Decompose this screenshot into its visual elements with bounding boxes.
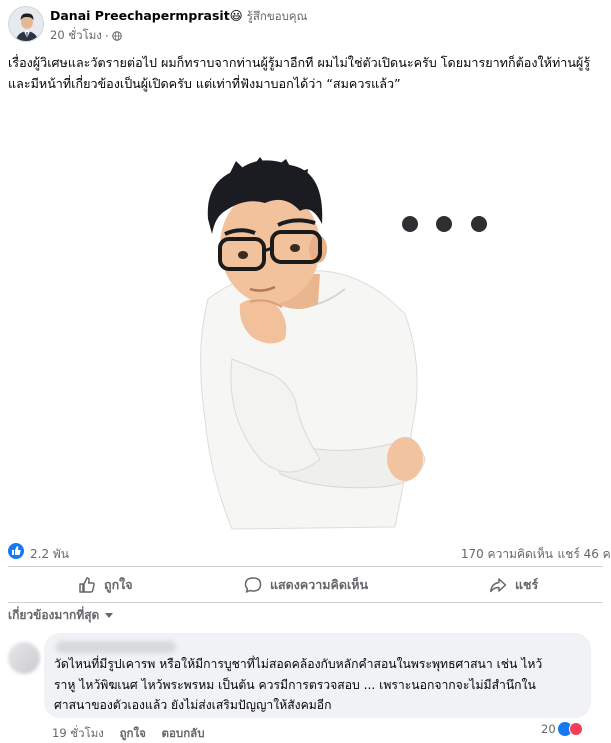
feeling-emoji: 😃 xyxy=(229,8,243,23)
post-image[interactable] xyxy=(0,99,611,537)
divider xyxy=(8,566,603,567)
globe-icon xyxy=(111,31,122,41)
comment-text-line: ศาสนาของตัวเองแล้ว ยังไม่ส่งเสริมปัญญาให… xyxy=(54,698,332,712)
share-button[interactable]: แชร์ xyxy=(489,568,538,602)
like-button-label: ถูกใจ xyxy=(104,577,133,592)
comment-button-label: แสดงความคิดเห็น xyxy=(270,577,369,592)
feeling-text: รู้สึกขอบคุณ xyxy=(246,9,308,23)
comments-count[interactable]: 170 ความคิดเห็น xyxy=(461,545,553,564)
comment-text-line: ราหู ไหว้พิฆเนศ ไหว้พระพรหม เป็นต้น ควรม… xyxy=(54,677,536,692)
reactions-count[interactable]: 2.2 พัน xyxy=(30,545,69,564)
love-reaction-icon xyxy=(568,722,583,736)
post-text-line: และมีหน้าที่เกี่ยวข้องเป็นผู้เปิดครับ แต… xyxy=(8,76,401,91)
post-time[interactable]: 20 ชั่วโมง xyxy=(50,27,102,45)
comment-time[interactable]: 19 ชั่วโมง xyxy=(52,726,104,740)
commenter-name-redacted xyxy=(56,641,176,653)
post-body: เรื่องผู้วิเศษและวัตรายต่อไป ผมก็ทราบจาก… xyxy=(8,52,606,94)
share-arrow-icon xyxy=(490,578,507,593)
comment-sort-dropdown[interactable]: เกี่ยวข้องมากที่สุด xyxy=(8,606,114,625)
post-header: Danai Preechapermprasit😃 รู้สึกขอบคุณ 20… xyxy=(0,0,611,48)
comment-reaction-count: 20 xyxy=(541,722,556,736)
action-bar: ถูกใจ แสดงความคิดเห็น แชร์ xyxy=(0,568,611,602)
author-name[interactable]: Danai Preechapermprasit xyxy=(50,8,230,23)
comment-like-link[interactable]: ถูกใจ xyxy=(120,726,146,740)
comment-button[interactable]: แสดงความคิดเห็น xyxy=(244,568,368,602)
comment-reactions[interactable]: 20 xyxy=(541,722,583,736)
author-avatar[interactable] xyxy=(8,6,44,42)
like-button[interactable]: ถูกใจ xyxy=(78,568,133,602)
comment-text: วัดไหนที่มีรูปเคารพ หรือให้มีการบูชาที่ไ… xyxy=(54,654,542,716)
divider xyxy=(8,602,603,603)
comment-bubble-icon xyxy=(244,577,262,593)
like-reaction-icon[interactable] xyxy=(8,543,24,559)
thumbs-up-icon xyxy=(79,577,95,593)
post-text-line: เรื่องผู้วิเศษและวัตรายต่อไป ผมก็ทราบจาก… xyxy=(8,55,591,70)
share-button-label: แชร์ xyxy=(515,577,539,592)
comment-text-line: วัดไหนที่มีรูปเคารพ หรือให้มีการบูชาที่ไ… xyxy=(54,657,543,671)
shares-count[interactable]: แชร์ 46 ครั้ง xyxy=(557,545,611,564)
commenter-avatar[interactable] xyxy=(8,642,40,674)
thinking-character-illustration xyxy=(200,157,487,530)
comment-footer: 19 ชั่วโมง ถูกใจ ตอบกลับ xyxy=(52,725,217,743)
comment-reply-link[interactable]: ตอบกลับ xyxy=(162,726,205,740)
sort-label: เกี่ยวข้องมากที่สุด xyxy=(8,608,100,622)
caret-down-icon xyxy=(105,613,114,618)
post-stats: 2.2 พัน 170 ความคิดเห็น แชร์ 46 ครั้ง xyxy=(0,538,611,566)
comment-bubble: วัดไหนที่มีรูปเคารพ หรือให้มีการบูชาที่ไ… xyxy=(44,633,591,718)
